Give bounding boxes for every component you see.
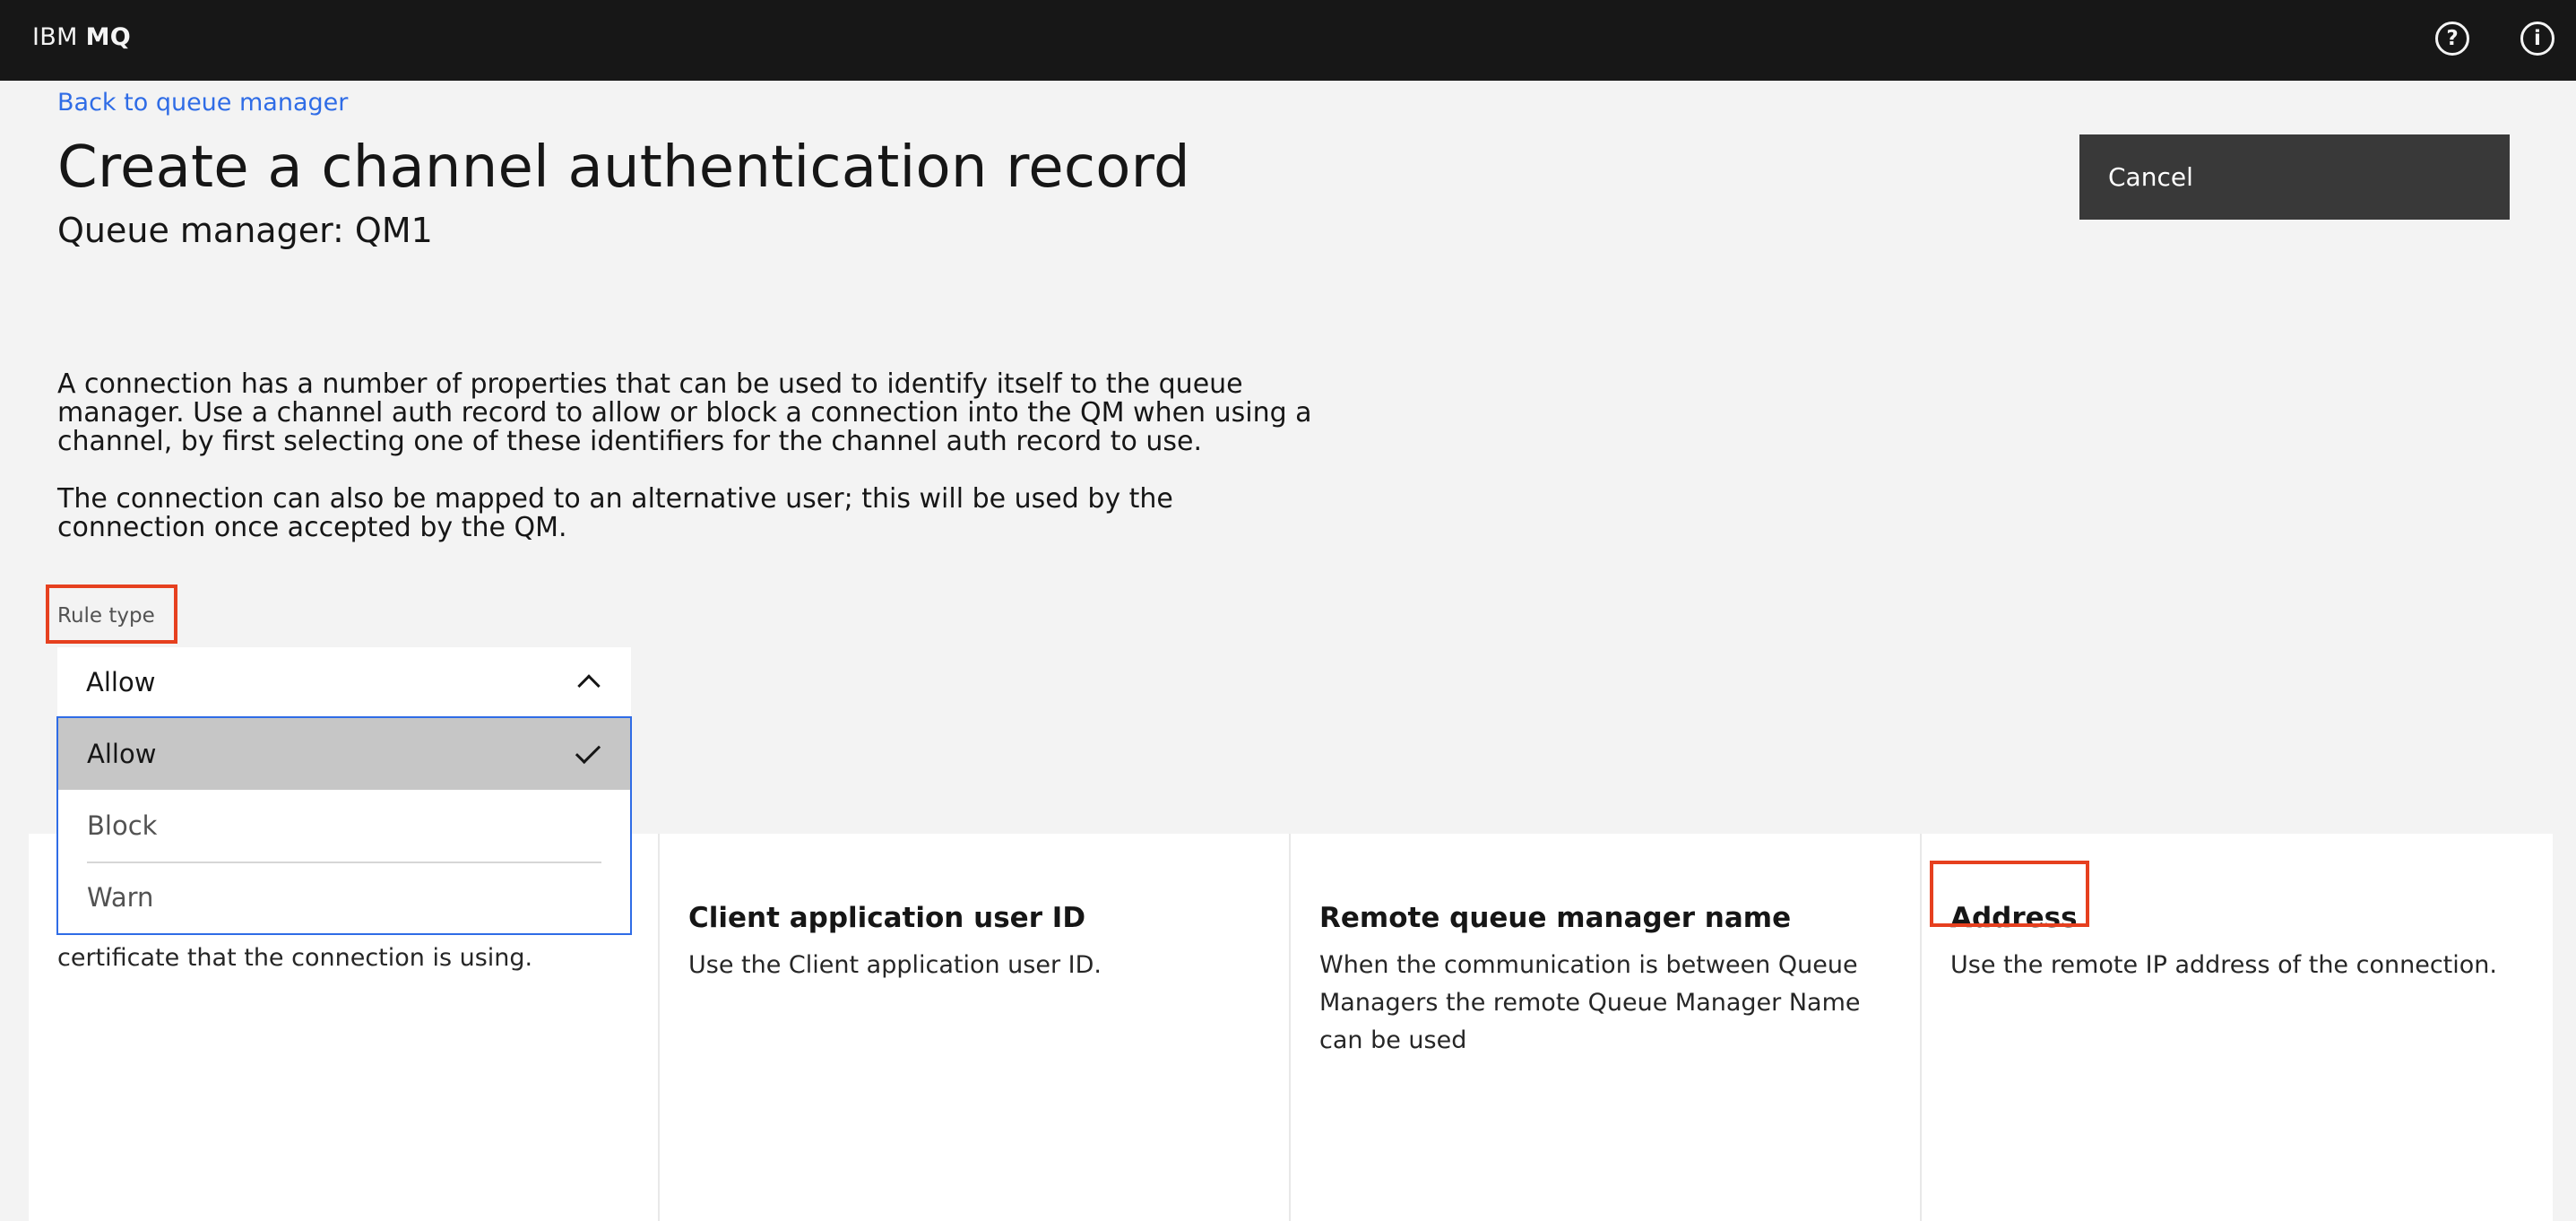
rule-type-menu: Allow Block Warn — [56, 716, 632, 935]
rule-type-option-block[interactable]: Block — [58, 790, 630, 862]
brand-name: MQ — [85, 23, 131, 51]
address-highlight — [1930, 861, 2089, 927]
checkmark-icon — [575, 738, 601, 765]
card-title: Remote queue manager name — [1319, 902, 1792, 934]
rule-type-label: Rule type — [57, 604, 155, 628]
description-paragraph-mapping: The connection can also be mapped to an … — [57, 483, 1173, 543]
rule-type-option-warn[interactable]: Warn — [58, 862, 630, 933]
option-label: Block — [87, 810, 158, 841]
option-label: Warn — [87, 882, 154, 913]
card-text: When the communication is between Queue … — [1319, 951, 1861, 1054]
chevron-up-icon — [577, 674, 601, 697]
rule-type-option-allow[interactable]: Allow — [58, 718, 630, 790]
page-title: Create a channel authentication record — [57, 134, 1190, 201]
product-logo[interactable]: IBM MQ — [32, 23, 131, 51]
rule-type-dropdown[interactable]: Allow — [57, 647, 631, 717]
card-text: Use the Client application user ID. — [688, 951, 1102, 979]
card-remote-qm-name[interactable]: Remote queue manager name When the commu… — [1291, 834, 1922, 1221]
rule-type-selected-value: Allow — [86, 667, 156, 697]
card-text: Use the remote IP address of the connect… — [1950, 951, 2497, 979]
card-title: Client application user ID — [688, 902, 1086, 934]
info-icon[interactable]: i — [2520, 22, 2554, 56]
top-navigation-bar: IBM MQ ? i — [0, 0, 2576, 81]
cancel-button[interactable]: Cancel — [2079, 134, 2510, 220]
help-icon[interactable]: ? — [2435, 22, 2469, 56]
back-to-queue-manager-link[interactable]: Back to queue manager — [57, 89, 348, 117]
brand-prefix: IBM — [32, 23, 78, 51]
page-subtitle: Queue manager: QM1 — [57, 211, 433, 250]
card-client-user-id[interactable]: Client application user ID Use the Clien… — [660, 834, 1291, 1221]
description-paragraph: A connection has a number of properties … — [57, 368, 1312, 457]
option-label: Allow — [87, 739, 157, 769]
